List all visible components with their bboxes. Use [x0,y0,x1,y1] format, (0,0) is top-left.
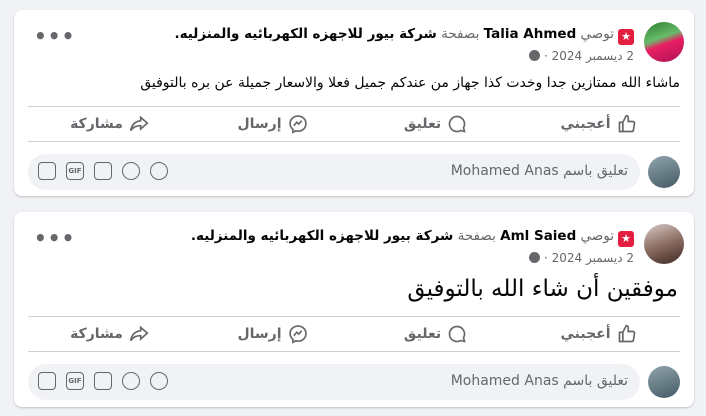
messenger-icon [288,115,307,134]
gif-icon[interactable]: GIF [66,372,84,390]
gif-icon[interactable]: GIF [66,162,84,180]
sticker-icon[interactable] [38,162,56,180]
post-text: موفقين أن شاء الله بالتوفيق [407,276,678,302]
sticker-icon[interactable] [38,372,56,390]
camera-icon[interactable] [94,372,112,390]
on-page-label: بصفحة [457,228,496,244]
post-date-line: 2 ديسمبر 2024 · [84,249,634,267]
post-title-line: ★توصي Talia Ahmed بصفحة شركة بيور للاجهز… [84,24,634,45]
send-label: إرسال [237,116,282,132]
like-label: أعجبني [560,116,611,132]
user-avatar [648,366,680,398]
post-date-line: 2 ديسمبر 2024 · [84,47,634,65]
camera-icon[interactable] [94,162,112,180]
comment-placeholder: تعليق باسم Mohamed Anas [450,163,628,179]
action-bar: أعجبني تعليق إرسال مشاركة [28,316,680,352]
post-meta: ★توصي Talia Ahmed بصفحة شركة بيور للاجهز… [84,24,634,65]
post-date[interactable]: 2 ديسمبر 2024 · [544,251,634,265]
on-page-label: بصفحة [441,26,480,42]
post-card: ★توصي Talia Ahmed بصفحة شركة بيور للاجهز… [14,10,694,196]
share-icon [129,115,149,132]
emoji-icon[interactable] [122,372,140,390]
recommend-label: توصي [580,228,614,244]
comment-button[interactable]: تعليق [354,107,517,141]
comment-placeholder: تعليق باسم Mohamed Anas [450,373,628,389]
like-button[interactable]: أعجبني [517,107,680,141]
like-icon [618,114,635,133]
author-name[interactable]: Talia Ahmed [484,26,577,42]
post-card: ★توصي Aml Saied بصفحة شركة بيور للاجهزه … [14,212,694,407]
share-label: مشاركة [70,116,123,132]
messenger-icon [288,325,307,344]
author-avatar[interactable] [644,22,684,62]
comment-tools: GIF [38,372,168,390]
page-name-link[interactable]: شركة بيور للاجهزه الكهربائيه والمنزليه. [174,26,436,42]
post-text: ماشاء الله ممتازين جدا وخدت كذا جهاز من … [140,75,680,91]
share-icon [129,325,149,342]
globe-icon [529,252,541,263]
recommend-icon: ★ [618,231,634,247]
action-bar: أعجبني تعليق إرسال مشاركة [28,106,680,142]
share-button[interactable]: مشاركة [28,107,191,141]
comment-input[interactable]: تعليق باسم Mohamed Anas GIF [28,154,640,190]
share-label: مشاركة [70,326,123,342]
more-options-icon[interactable]: ••• [34,24,75,48]
post-header: ★توصي Talia Ahmed بصفحة شركة بيور للاجهز… [24,22,684,66]
page-name-link[interactable]: شركة بيور للاجهزه الكهربائيه والمنزليه. [191,228,453,244]
comment-label: تعليق [403,116,442,132]
like-label: أعجبني [560,326,611,342]
comment-button[interactable]: تعليق [354,317,517,351]
comment-composer: تعليق باسم Mohamed Anas GIF [28,364,680,400]
more-options-icon[interactable]: ••• [34,226,75,250]
like-button[interactable]: أعجبني [517,317,680,351]
author-avatar[interactable] [644,224,684,264]
send-button[interactable]: إرسال [191,107,354,141]
comment-tools: GIF [38,162,168,180]
send-button[interactable]: إرسال [191,317,354,351]
comment-icon [448,325,466,343]
post-meta: ★توصي Aml Saied بصفحة شركة بيور للاجهزه … [84,226,634,267]
like-icon [618,324,635,343]
author-name[interactable]: Aml Saied [500,228,576,244]
globe-icon [529,50,541,61]
share-button[interactable]: مشاركة [28,317,191,351]
recommend-icon: ★ [618,29,634,45]
comment-composer: تعليق باسم Mohamed Anas GIF [28,154,680,190]
send-label: إرسال [237,326,282,342]
post-header: ★توصي Aml Saied بصفحة شركة بيور للاجهزه … [24,224,684,268]
post-date[interactable]: 2 ديسمبر 2024 · [544,49,634,63]
comment-label: تعليق [403,326,442,342]
post-title-line: ★توصي Aml Saied بصفحة شركة بيور للاجهزه … [84,226,634,247]
comment-icon [448,115,466,133]
user-avatar [648,156,680,188]
emoji-icon[interactable] [122,162,140,180]
comment-input[interactable]: تعليق باسم Mohamed Anas GIF [28,364,640,400]
recommend-label: توصي [580,26,614,42]
avatar-sticker-icon[interactable] [150,372,168,390]
avatar-sticker-icon[interactable] [150,162,168,180]
